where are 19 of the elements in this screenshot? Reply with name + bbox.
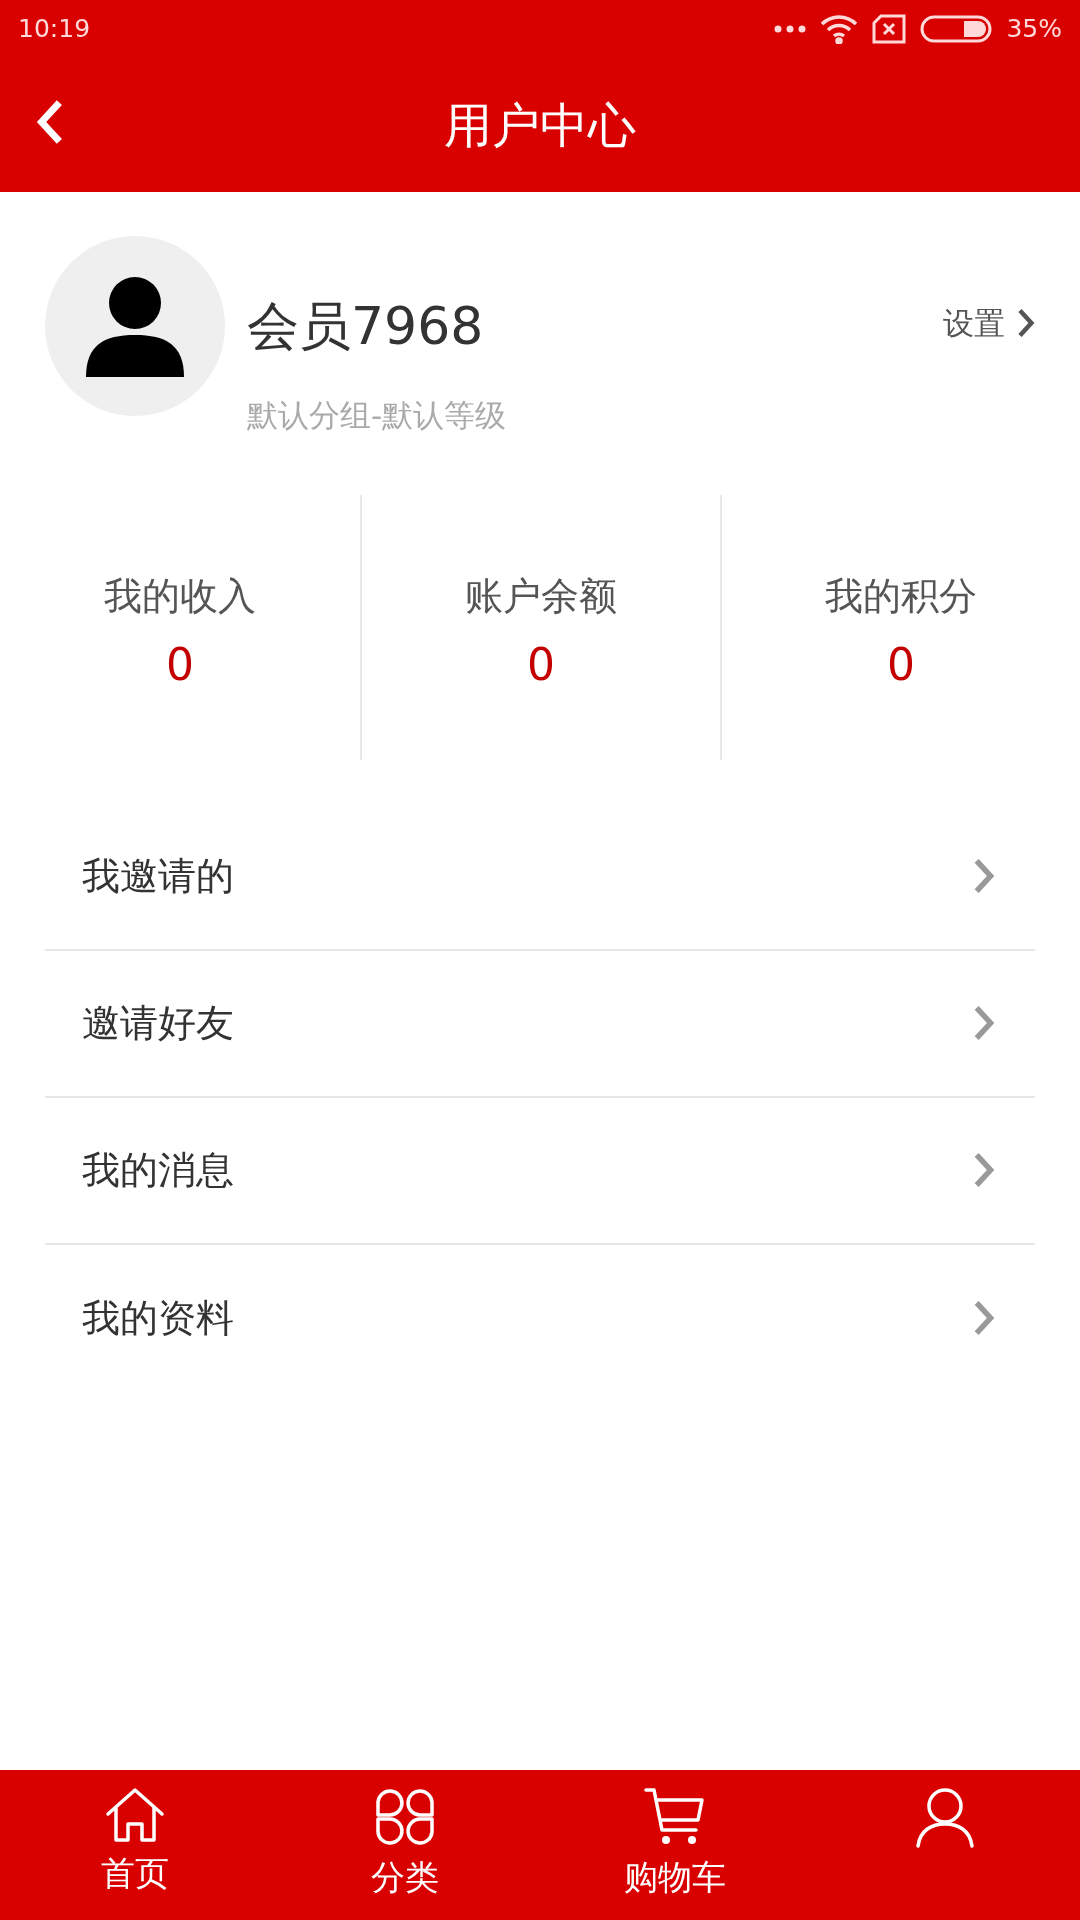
nav-tab[interactable]: 首页 <box>0 1770 270 1920</box>
battery-percent: 35% <box>1006 13 1062 46</box>
member-group: 默认分组-默认等级 <box>247 392 943 439</box>
menu-item[interactable]: 我的资料 <box>45 1244 1035 1392</box>
stat-value: 0 <box>527 642 555 687</box>
menu-item[interactable]: 邀请好友 <box>45 950 1035 1098</box>
header-title: 用户中心 <box>444 96 636 155</box>
stat-label: 账户余额 <box>465 572 617 620</box>
stat-value: 0 <box>887 642 915 687</box>
nav-tab[interactable]: 分类 <box>270 1770 540 1920</box>
menu-item[interactable]: 我的消息 <box>45 1097 1035 1245</box>
stat-value: 0 <box>166 642 194 687</box>
stat-label: 我的积分 <box>825 572 977 620</box>
status-time: 10:19 <box>18 13 91 46</box>
stat-label: 我的收入 <box>104 572 256 620</box>
menu-item[interactable]: 我邀请的 <box>45 803 1035 951</box>
settings-link[interactable]: 设置 <box>943 300 1035 347</box>
nav-tab[interactable]: 购物车 <box>540 1770 810 1920</box>
member-name: 会员7968 <box>247 300 485 352</box>
